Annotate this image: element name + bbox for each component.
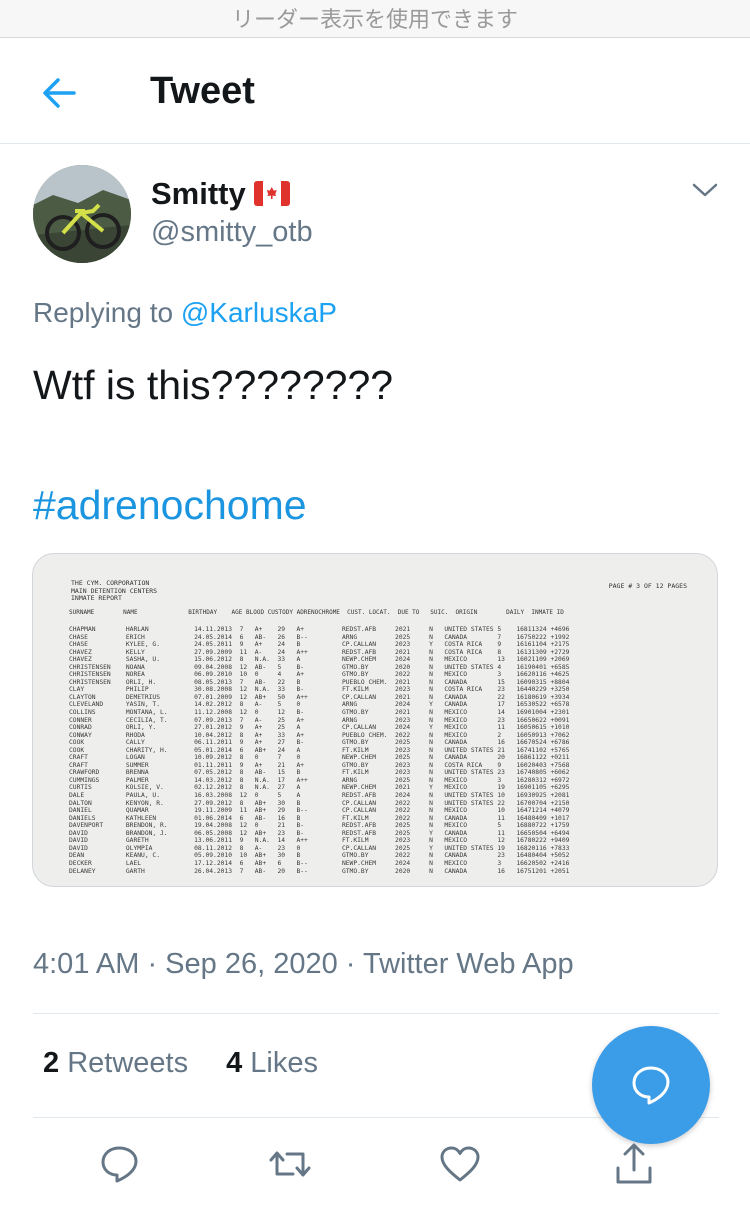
retweets-count: 2 — [43, 1047, 60, 1079]
document-rows: CHAPMAN HARLAN 14.11.2013 7 A+ 29 A+ RED… — [69, 626, 569, 875]
document-row: CHAPMAN HARLAN 14.11.2013 7 A+ 29 A+ RED… — [69, 626, 570, 633]
tweet-header: Tweet — [0, 40, 750, 144]
reply-button[interactable] — [98, 1142, 142, 1186]
document-row: CHASE KYLEE, G. 24.05.2011 9 A+ 24 B CP.… — [69, 641, 570, 649]
document-row: COLLINS MONTANA, L. 11.12.2008 12 0 12 B… — [69, 709, 570, 717]
arrow-left-icon — [43, 78, 76, 108]
avatar-image — [33, 165, 131, 263]
likes-count: 4 — [226, 1047, 243, 1079]
document-row: DALE PAULA, U. 16.03.2008 12 0 5 A REDST… — [69, 792, 570, 800]
back-button[interactable] — [40, 75, 80, 111]
avatar[interactable] — [33, 165, 131, 263]
share-icon — [616, 1143, 652, 1184]
retweet-button[interactable] — [268, 1142, 312, 1186]
document-row: CONNER CECILIA, T. 07.09.2013 7 A- 25 A+… — [69, 716, 570, 724]
canada-flag-icon — [253, 181, 290, 206]
document-row: DEAN KEANU, C. 05.09.2010 10 AB+ 30 B GT… — [69, 852, 570, 860]
heart-icon — [440, 1146, 480, 1182]
document-row: CHAVEZ SASHA, U. 15.06.2012 8 N.A. 33 A … — [69, 656, 570, 664]
document-row: CLEVELAND YASIN, T. 14.02.2012 8 A- 5 0 … — [69, 701, 570, 709]
tweet-text: Wtf is this???????? — [33, 362, 394, 408]
document-row: CHRISTENSEN NOANA 09.04.2008 12 AB- 5 B-… — [69, 663, 570, 671]
document-row: CURTIS KOLSIE, V. 02.12.2012 8 N.A. 27 A… — [69, 784, 570, 792]
document-row: COOK CHARITY, H. 05.01.2014 6 AB+ 24 A F… — [69, 746, 570, 754]
author-display-name[interactable]: Smitty — [151, 176, 290, 212]
document-row: CHAVEZ KELLY 27.09.2009 11 A- 24 A++ RED… — [69, 648, 570, 656]
share-button[interactable] — [612, 1142, 656, 1186]
document-row: COOK CALLY 06.11.2011 9 A+ 27 B- GTMO.BY… — [69, 739, 570, 747]
document-row: CHASE ERICH 24.05.2014 6 AB- 26 B-- ARNG… — [69, 633, 570, 641]
retweet-icon — [269, 1151, 311, 1177]
document-row: CHRISTENSEN ORLI, H. 08.05.2013 7 AB- 22… — [69, 678, 570, 686]
tweet-stats: 2 Retweets 4 Likes — [43, 1047, 318, 1080]
likes-label: Likes — [250, 1047, 318, 1079]
replying-to-label: Replying to — [33, 297, 174, 328]
chevron-down-icon — [692, 183, 718, 197]
document-header: THE CYM. CORPORATION MAIN DETENTION CENT… — [71, 579, 158, 602]
hashtag-link[interactable]: #adrenochome — [33, 482, 307, 529]
retweets-label: Retweets — [67, 1047, 189, 1079]
document-row: CONWAY RHODA 10.04.2012 8 A+ 33 A+ PUEBL… — [69, 731, 570, 739]
reader-mode-bar[interactable]: リーダー表示を使用できます — [0, 0, 750, 38]
compose-reply-button[interactable] — [592, 1026, 710, 1144]
document-row: CLAYTON DEMETRIUS 07.01.2009 12 AB+ 50 A… — [69, 693, 570, 701]
compose-reply-icon — [632, 1066, 670, 1105]
document-row: DECKER LAEL 17.12.2014 6 AB+ 6 B-- NEWP.… — [69, 859, 570, 867]
display-name-text: Smitty — [151, 176, 246, 211]
document-row: CHRISTENSEN NOREA 06.09.2010 10 0 4 A+ G… — [69, 671, 570, 679]
document-page-label: PAGE # 3 OF 12 PAGES — [608, 582, 687, 590]
tweet-menu-button[interactable] — [690, 180, 720, 200]
document-row: DANIELS KATHLEEN 01.06.2014 6 AB- 16 B F… — [69, 814, 570, 822]
reply-icon — [101, 1146, 138, 1183]
tweet-media-image[interactable]: THE CYM. CORPORATION MAIN DETENTION CENT… — [32, 553, 718, 887]
document-row: DELANEY GARTH 26.04.2013 7 AB- 20 B-- GT… — [69, 867, 570, 875]
document-row: DANIEL QUAMAR 19.11.2009 11 AB+ 29 B-- C… — [69, 807, 570, 815]
divider — [33, 1013, 719, 1014]
document-row: CRAFT SUMMER 01.11.2011 9 A+ 21 A+ GTMO.… — [69, 761, 570, 769]
reply-mention-link[interactable]: @KarluskaP — [181, 297, 337, 328]
document-row: CRAWFORD BRENNA 07.05.2012 8 AB- 15 B FT… — [69, 769, 570, 777]
document-row: DAVID OLYMPIA 08.11.2012 8 A- 23 0 CP.CA… — [69, 844, 570, 852]
likes-stat[interactable]: 4 Likes — [226, 1047, 318, 1079]
reader-mode-text: リーダー表示を使用できます — [231, 8, 518, 33]
author-handle[interactable]: @smitty_otb — [151, 216, 313, 249]
like-button[interactable] — [438, 1142, 482, 1186]
document-row: DAVENPORT BRENDON, R. 19.04.2008 12 0 21… — [69, 822, 570, 830]
page-title: Tweet — [150, 70, 255, 112]
document-row: DALTON KENYON, R. 27.09.2012 8 AB+ 30 B … — [69, 799, 570, 807]
retweets-stat[interactable]: 2 Retweets — [43, 1047, 188, 1079]
document-row: DAVID BRANDON, J. 06.05.2008 12 AB+ 23 B… — [69, 829, 570, 837]
document-column-headers: SURNAME NAME BIRTHDAY AGE BLOOD CUSTODY … — [69, 609, 564, 616]
tweet-timestamp[interactable]: 4:01 AM · Sep 26, 2020 · Twitter Web App — [33, 948, 574, 981]
replying-to-line: Replying to @KarluskaP — [33, 297, 337, 329]
document-row: CLAY PHILIP 30.08.2008 12 N.A. 33 B- FT.… — [69, 686, 570, 694]
document-row: CRAFT LOGAN 10.09.2012 8 0 7 0 NEWP.CHEM… — [69, 754, 570, 762]
document-row: CONRAD ORLI, Y. 27.01.2012 9 A+ 25 A CP.… — [69, 724, 570, 732]
document-row: CUMMINGS PALMER 14.03.2012 8 N.A. 17 A++… — [69, 776, 570, 784]
document-row: DAVID GARETH 13.06.2011 9 N.A. 14 A++ FT… — [69, 837, 570, 845]
